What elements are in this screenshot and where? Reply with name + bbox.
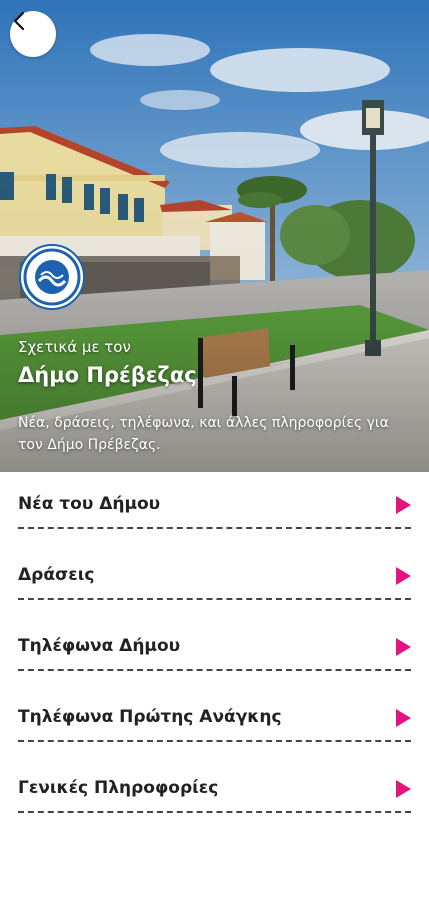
play-arrow-icon — [396, 496, 411, 514]
menu-item-label: Γενικές Πληροφορίες — [18, 778, 219, 798]
play-arrow-icon — [396, 638, 411, 656]
menu-item-news[interactable]: Νέα του Δήμου — [0, 472, 429, 543]
menu-item-label: Νέα του Δήμου — [18, 494, 161, 514]
dashed-divider — [18, 811, 411, 813]
menu-item-label: Δράσεις — [18, 565, 95, 585]
menu-item-label: Τηλέφωνα Δήμου — [18, 636, 181, 656]
chevron-left-icon — [13, 11, 25, 31]
play-arrow-icon — [396, 567, 411, 585]
dashed-divider — [18, 527, 411, 529]
menu-item-municipality-phones[interactable]: Τηλέφωνα Δήμου — [0, 614, 429, 685]
hero-photo — [0, 0, 429, 472]
dashed-divider — [18, 598, 411, 600]
hero-description: Νέα, δράσεις, τηλέφωνα, και άλλες πληροφ… — [18, 415, 389, 453]
municipality-logo — [19, 244, 85, 310]
back-button[interactable] — [10, 11, 56, 57]
play-arrow-icon — [396, 709, 411, 727]
dashed-divider — [18, 669, 411, 671]
dashed-divider — [18, 740, 411, 742]
play-arrow-icon — [396, 780, 411, 798]
menu-item-actions[interactable]: Δράσεις — [0, 543, 429, 614]
hero-subtitle: Σχετικά με τον — [18, 338, 131, 356]
hero-banner: Σχετικά με τον Δήμο Πρέβεζας Νέα, δράσει… — [0, 0, 429, 472]
hero-title: Δήμο Πρέβεζας — [18, 363, 197, 387]
menu-item-general-info[interactable]: Γενικές Πληροφορίες — [0, 756, 429, 827]
menu-item-emergency-phones[interactable]: Τηλέφωνα Πρώτης Ανάγκης — [0, 685, 429, 756]
info-menu: Νέα του Δήμου Δράσεις Τηλέφωνα Δήμου Τηλ… — [0, 472, 429, 827]
menu-item-label: Τηλέφωνα Πρώτης Ανάγκης — [18, 707, 282, 727]
